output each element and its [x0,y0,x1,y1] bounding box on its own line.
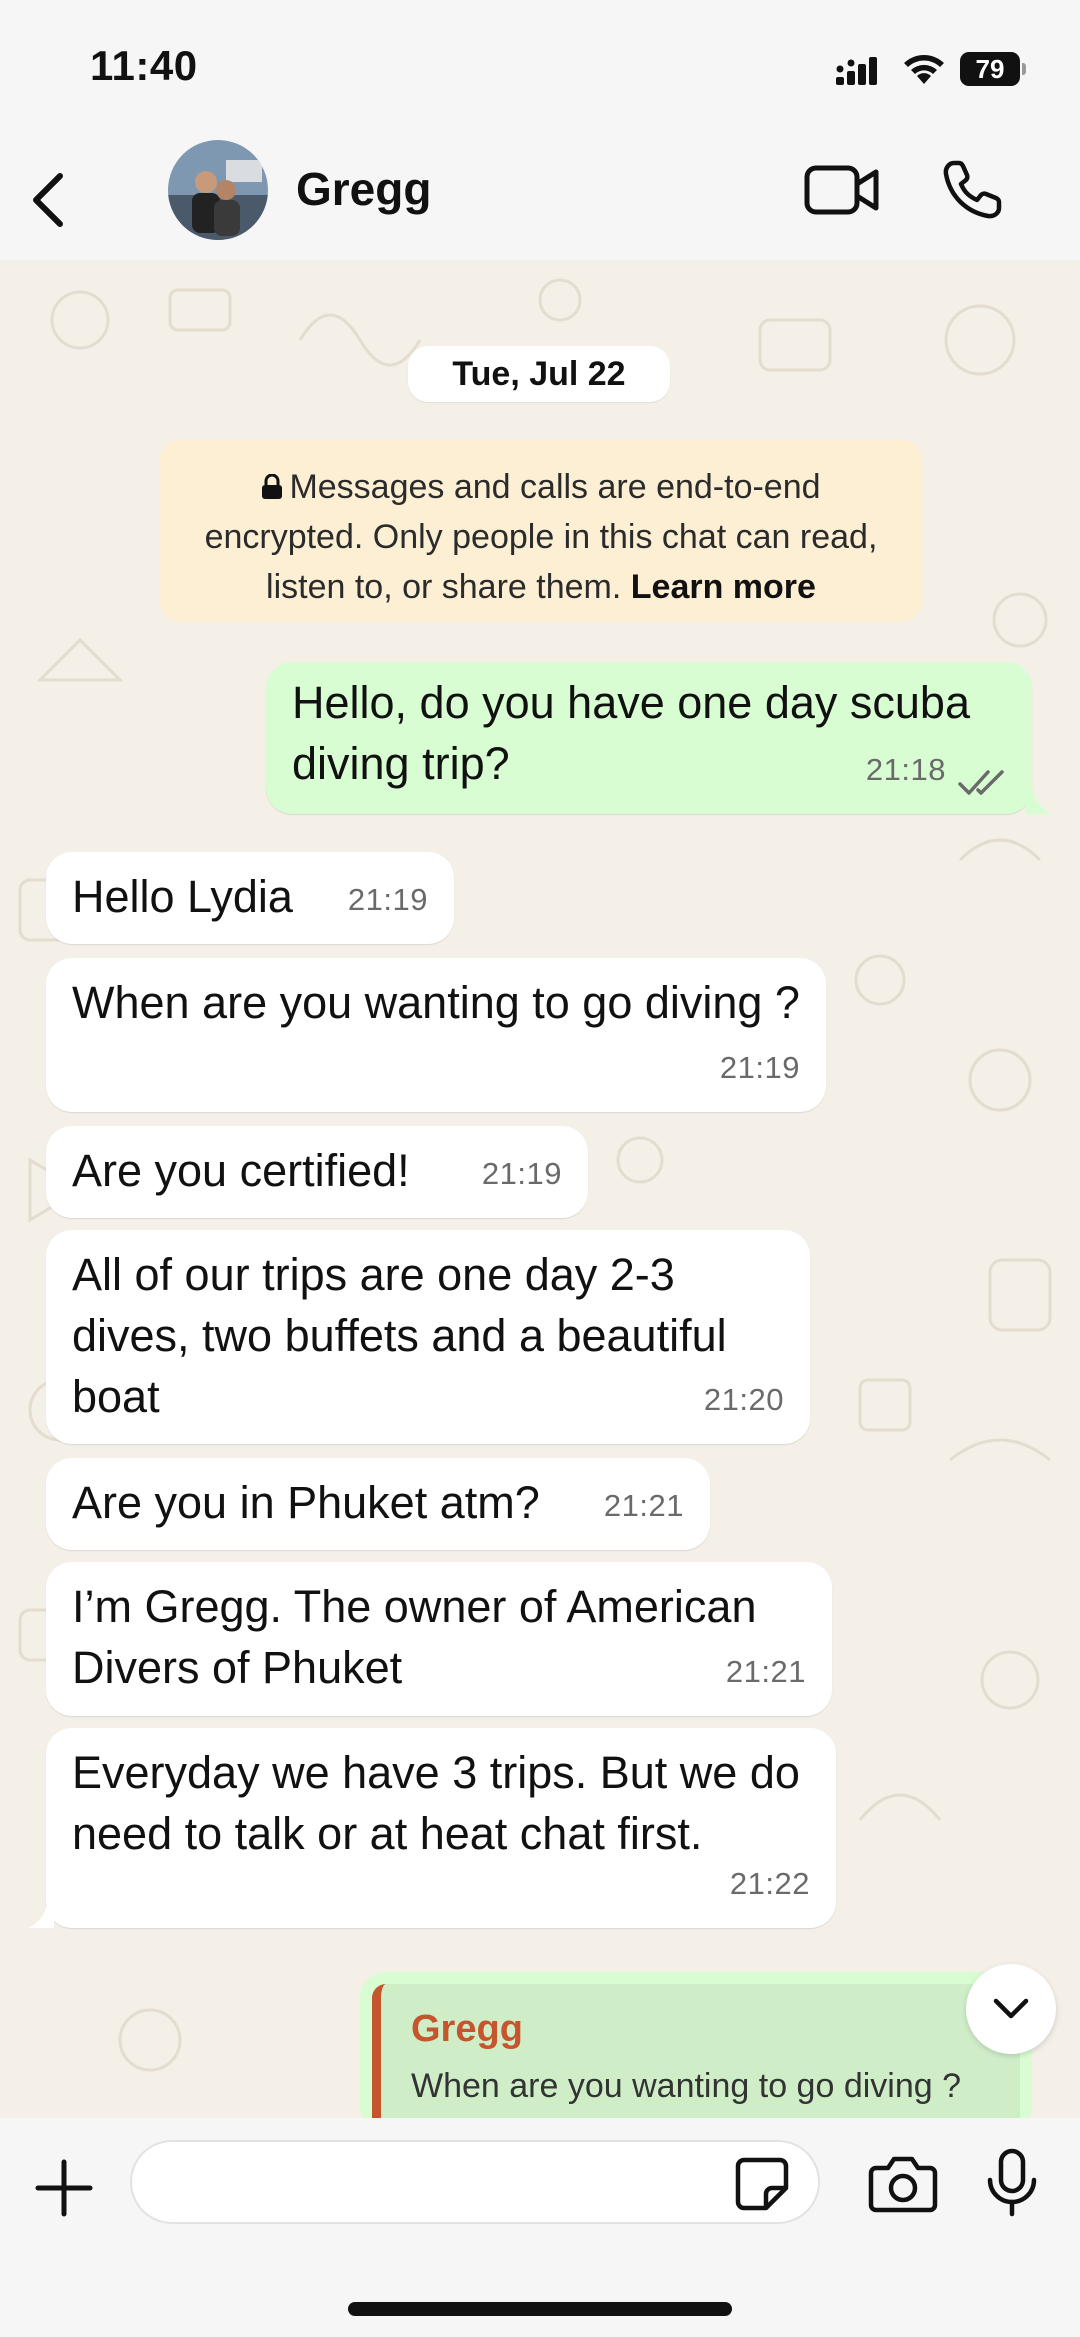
wifi-icon [904,55,944,84]
bubble-tail [28,1898,54,1928]
message-bubble-outgoing-reply[interactable]: Gregg When are you wanting to go diving … [360,1972,1032,2118]
sticker-button[interactable] [734,2156,790,2212]
message-time: 21:19 [481,1156,562,1191]
message-text: Are you in Phuket atm? [72,1477,540,1528]
avatar[interactable] [168,140,268,240]
contact-name[interactable]: Gregg [296,162,431,216]
bubble-tail [1026,784,1052,814]
composer-bar [0,2118,1080,2337]
attach-plus-button[interactable] [32,2156,96,2220]
home-indicator [348,2302,732,2316]
status-bar: 11:40 79 [0,0,1080,140]
message-text: I’m Gregg. The owner of American Divers … [72,1581,757,1693]
scroll-to-bottom-button[interactable] [966,1964,1056,2054]
battery-level: 79 [960,52,1020,86]
message-list[interactable]: Tue, Jul 22 Messages and calls are end-t… [0,260,1080,2118]
status-time: 11:40 [90,42,198,89]
date-separator: Tue, Jul 22 [408,346,670,402]
message-time: 21:20 [703,1382,784,1417]
encryption-notice[interactable]: Messages and calls are end-to-end encryp… [160,440,922,622]
message-time: 21:22 [729,1866,810,1901]
message-bubble-incoming[interactable]: Are you certified! 21:19 [46,1126,588,1218]
cellular-signal-icon [836,57,877,85]
double-check-icon [958,770,1004,795]
message-bubble-incoming[interactable]: I’m Gregg. The owner of American Divers … [46,1562,832,1716]
message-input[interactable] [130,2140,820,2224]
voice-call-button[interactable] [940,158,1004,222]
battery-icon: 79 [960,52,1026,86]
message-bubble-incoming[interactable]: Everyday we have 3 trips. But we do need… [46,1728,836,1928]
microphone-button[interactable] [984,2148,1040,2218]
message-bubble-outgoing[interactable]: Hello, do you have one day scuba diving … [266,662,1032,814]
chat-header: Gregg [0,140,1080,260]
message-bubble-incoming[interactable]: All of our trips are one day 2-3 dives, … [46,1230,810,1444]
quoted-text: When are you wanting to go diving ? [411,2067,962,2105]
message-time: 21:18 [865,752,946,787]
message-time: 21:21 [725,1654,806,1689]
message-text: All of our trips are one day 2-3 dives, … [72,1249,727,1422]
message-time: 21:19 [719,1050,800,1085]
back-button[interactable] [18,160,78,240]
camera-button[interactable] [868,2154,938,2214]
message-text: Everyday we have 3 trips. But we do need… [72,1747,800,1859]
message-time: 21:19 [347,882,428,917]
message-bubble-incoming[interactable]: Hello Lydia 21:19 [46,852,454,944]
message-bubble-incoming[interactable]: Are you in Phuket atm? 21:21 [46,1458,710,1550]
learn-more-link[interactable]: Learn more [631,568,816,606]
message-time: 21:21 [603,1488,684,1523]
chevron-down-icon [993,1998,1029,2019]
lock-icon [262,474,283,499]
message-bubble-incoming[interactable]: When are you wanting to go diving ? 21:1… [46,958,826,1112]
chevron-left-icon [33,173,63,227]
video-call-button[interactable] [804,158,880,222]
quoted-author: Gregg [411,2008,523,2050]
quoted-message[interactable]: Gregg When are you wanting to go diving … [372,1984,1020,2118]
message-text: When are you wanting to go diving ? [72,977,800,1028]
